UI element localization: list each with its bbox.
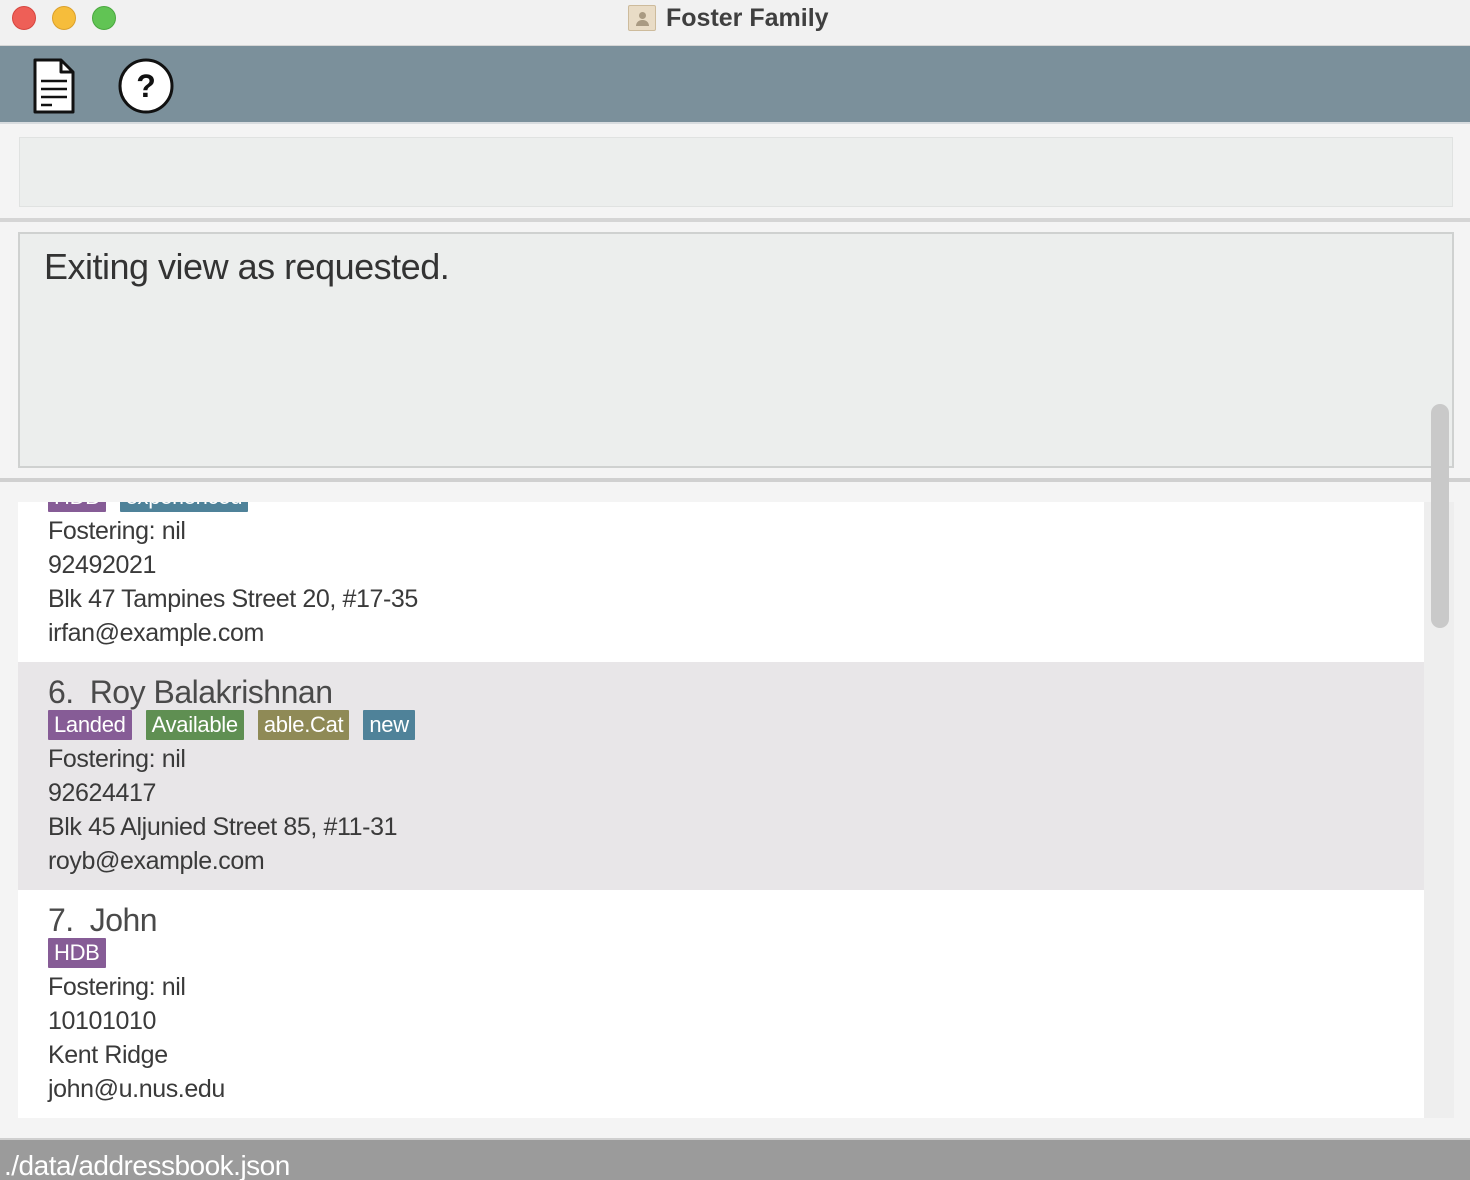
person-phone: 92624417	[48, 779, 157, 807]
list-scrollbar-thumb[interactable]	[1431, 404, 1449, 628]
help-menu-button[interactable]: ?	[116, 56, 176, 116]
tag-badge: HDB	[48, 938, 106, 968]
window-title-group: Foster Family	[628, 4, 829, 32]
tag-badge: Available	[145, 710, 244, 740]
command-box-area	[0, 126, 1470, 219]
window-title: Foster Family	[666, 3, 829, 32]
app-contact-icon	[628, 5, 656, 31]
person-name: Roy Balakrishnan	[89, 674, 333, 710]
window-maximize-button[interactable]	[92, 6, 116, 30]
person-email: john@u.nus.edu	[48, 1075, 225, 1103]
result-display-area: Exiting view as requested.	[0, 222, 1470, 478]
person-card[interactable]: HDB experienced Fostering: nil 92492021 …	[18, 502, 1424, 662]
person-address: Blk 45 Aljunied Street 85, #11-31	[48, 813, 398, 841]
person-card-header: 6. Roy Balakrishnan	[48, 662, 1424, 710]
tag-badge: experienced	[119, 502, 249, 512]
file-menu-button[interactable]	[24, 56, 84, 116]
person-phone: 10101010	[48, 1007, 157, 1035]
person-fostering: Fostering: nil	[48, 745, 186, 773]
status-bar: ./data/addressbook.json	[0, 1138, 1470, 1180]
person-card-header: 7. John	[48, 890, 1424, 938]
menu-toolbar: ?	[0, 46, 1470, 124]
title-bar: Foster Family	[0, 0, 1470, 46]
person-phone: 92492021	[48, 551, 157, 579]
tag-badge: Landed	[48, 710, 132, 740]
person-fostering: Fostering: nil	[48, 973, 186, 1001]
result-display-box[interactable]: Exiting view as requested.	[18, 232, 1454, 468]
person-address: Blk 47 Tampines Street 20, #17-35	[48, 585, 418, 613]
person-index: 7.	[48, 902, 74, 938]
person-index: 6.	[48, 674, 74, 710]
tag-badge: able.Cat	[257, 710, 350, 740]
tag-badge: HDB	[48, 502, 106, 512]
person-fostering: Fostering: nil	[48, 517, 186, 545]
help-icon: ?	[118, 58, 174, 114]
person-tags: HDB experienced	[48, 502, 1424, 514]
save-file-path: ./data/addressbook.json	[4, 1150, 290, 1180]
tag-badge: new	[363, 710, 415, 740]
person-tags: Landed Available able.Cat new	[48, 708, 1424, 742]
person-list-panel: HDB experienced Fostering: nil 92492021 …	[0, 482, 1470, 1138]
person-card[interactable]: 6. Roy Balakrishnan Landed Available able…	[18, 662, 1424, 890]
person-email: royb@example.com	[48, 847, 265, 875]
result-message: Exiting view as requested.	[44, 246, 450, 287]
person-email: irfan@example.com	[48, 619, 264, 647]
person-list[interactable]: HDB experienced Fostering: nil 92492021 …	[18, 502, 1424, 1118]
window-close-button[interactable]	[12, 6, 36, 30]
person-name: John	[89, 902, 158, 938]
person-address: Kent Ridge	[48, 1041, 168, 1069]
command-input[interactable]	[19, 137, 1453, 207]
person-tags: HDB	[48, 936, 1424, 970]
svg-text:?: ?	[136, 68, 156, 104]
document-icon	[33, 58, 75, 114]
window-minimize-button[interactable]	[52, 6, 76, 30]
person-card[interactable]: 7. John HDB Fostering: nil 10101010 Kent …	[18, 890, 1424, 1118]
